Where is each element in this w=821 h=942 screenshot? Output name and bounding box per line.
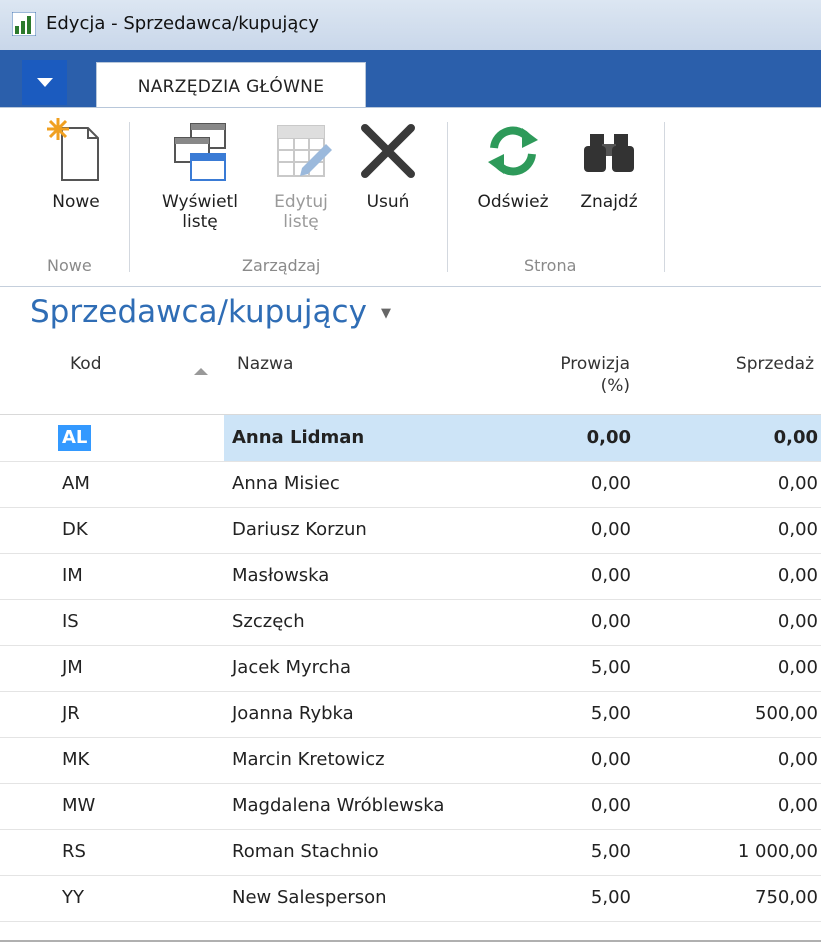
edit-list-label-1: Edytuj [274, 192, 328, 212]
cell-sales[interactable]: 0,00 [778, 519, 818, 540]
table-row[interactable]: JR Joanna Rybka 5,00 500,00 [0, 691, 821, 738]
edit-list-icon [277, 125, 332, 177]
new-button-label: Nowe [52, 192, 100, 212]
cell-code[interactable]: IM [62, 565, 83, 586]
cell-sales[interactable]: 750,00 [755, 887, 818, 908]
refresh-icon [488, 126, 538, 176]
show-list-label-2: listę [182, 212, 218, 232]
column-header-code[interactable]: Kod [70, 353, 102, 375]
cell-code[interactable]: DK [62, 519, 88, 540]
show-list-button[interactable]: Wyświetl listę [150, 118, 250, 232]
cell-name[interactable]: New Salesperson [232, 887, 387, 908]
delete-button-label: Usuń [366, 192, 410, 212]
cell-code[interactable]: AM [62, 473, 90, 494]
cell-name[interactable]: Masłowska [232, 565, 329, 586]
cell-commission[interactable]: 5,00 [591, 887, 631, 908]
cell-name[interactable]: Roman Stachnio [232, 841, 379, 862]
cell-sales[interactable]: 1 000,00 [738, 841, 818, 862]
table-row[interactable]: AL Anna Lidman 0,00 0,00 [0, 415, 821, 462]
cell-commission[interactable]: 0,00 [587, 427, 631, 448]
sort-ascending-icon [194, 368, 208, 375]
group-separator [447, 122, 448, 272]
cell-commission[interactable]: 0,00 [591, 473, 631, 494]
cell-code[interactable]: JM [62, 657, 83, 678]
cell-name[interactable]: Anna Lidman [232, 427, 364, 448]
cell-sales[interactable]: 0,00 [774, 427, 818, 448]
window-title: Edycja - Sprzedawca/kupujący [46, 13, 319, 34]
cell-commission[interactable]: 0,00 [591, 611, 631, 632]
refresh-button[interactable]: Odśwież [466, 118, 560, 212]
cell-commission[interactable]: 5,00 [591, 657, 631, 678]
delete-x-icon [361, 124, 415, 178]
cell-code[interactable]: RS [62, 841, 86, 862]
cell-code[interactable]: JR [62, 703, 80, 724]
find-button[interactable]: Znajdź [568, 118, 650, 212]
column-header-commission-line-1: Prowizja [560, 354, 630, 374]
cell-commission[interactable]: 0,00 [591, 749, 631, 770]
cell-commission[interactable]: 0,00 [591, 795, 631, 816]
table-row[interactable]: MW Magdalena Wróblewska 0,00 0,00 [0, 783, 821, 830]
tab-home[interactable]: NARZĘDZIA GŁÓWNE [96, 62, 366, 110]
column-header-commission[interactable]: Prowizja (%) [520, 353, 630, 397]
cell-commission[interactable]: 0,00 [591, 565, 631, 586]
cell-code[interactable]: MW [62, 795, 95, 816]
find-button-label: Znajdź [580, 192, 638, 212]
table-row[interactable]: DK Dariusz Korzun 0,00 0,00 [0, 507, 821, 554]
column-header-commission-line-2: (%) [600, 376, 630, 396]
binoculars-icon [584, 134, 634, 172]
cell-code[interactable]: MK [62, 749, 89, 770]
new-document-icon [47, 118, 99, 181]
cell-name[interactable]: Anna Misiec [232, 473, 340, 494]
cell-sales[interactable]: 0,00 [778, 749, 818, 770]
cell-name[interactable]: Marcin Kretowicz [232, 749, 385, 770]
show-list-label-1: Wyświetl [162, 192, 238, 212]
cell-code[interactable]: YY [62, 887, 84, 908]
cell-name[interactable]: Joanna Rybka [232, 703, 354, 724]
table-row[interactable]: MK Marcin Kretowicz 0,00 0,00 [0, 737, 821, 784]
edit-list-label-2: listę [283, 212, 319, 232]
column-header-name[interactable]: Nazwa [237, 353, 293, 375]
cell-name[interactable]: Szczęch [232, 611, 305, 632]
title-bar: Edycja - Sprzedawca/kupujący [0, 0, 821, 51]
cell-sales[interactable]: 0,00 [778, 473, 818, 494]
page-title[interactable]: Sprzedawca/kupujący [30, 294, 367, 330]
application-menu-button[interactable] [22, 60, 67, 105]
table-row[interactable]: IS Szczęch 0,00 0,00 [0, 599, 821, 646]
table-row[interactable]: AM Anna Misiec 0,00 0,00 [0, 461, 821, 508]
cell-sales[interactable]: 0,00 [778, 611, 818, 632]
refresh-button-label: Odśwież [477, 192, 549, 212]
group-separator [664, 122, 665, 272]
column-header-sales[interactable]: Sprzedaż [700, 353, 814, 375]
delete-button[interactable]: Usuń [352, 118, 424, 212]
cell-name[interactable]: Magdalena Wróblewska [232, 795, 444, 816]
cell-code[interactable]: IS [62, 611, 79, 632]
edit-list-button[interactable]: Edytuj listę [262, 118, 340, 232]
cell-name[interactable]: Dariusz Korzun [232, 519, 367, 540]
new-button[interactable]: Nowe [40, 118, 112, 212]
cell-sales[interactable]: 0,00 [778, 565, 818, 586]
cell-sales[interactable]: 0,00 [778, 795, 818, 816]
group-label-page: Strona [524, 256, 577, 275]
table-row[interactable]: RS Roman Stachnio 5,00 1 000,00 [0, 829, 821, 876]
group-label-manage: Zarządzaj [242, 256, 321, 275]
cell-commission[interactable]: 5,00 [591, 703, 631, 724]
cell-sales[interactable]: 0,00 [778, 657, 818, 678]
table-row[interactable]: YY New Salesperson 5,00 750,00 [0, 875, 821, 922]
cell-code[interactable]: AL [62, 427, 87, 448]
show-list-icon [174, 123, 226, 181]
dropdown-arrow-icon [36, 77, 53, 87]
group-separator [129, 122, 130, 272]
cell-commission[interactable]: 5,00 [591, 841, 631, 862]
table-row[interactable]: JM Jacek Myrcha 5,00 0,00 [0, 645, 821, 692]
group-label-new: Nowe [47, 256, 92, 275]
cell-name[interactable]: Jacek Myrcha [232, 657, 351, 678]
table-row[interactable]: IM Masłowska 0,00 0,00 [0, 553, 821, 600]
chevron-down-icon[interactable]: ▼ [381, 306, 391, 321]
app-chart-icon [12, 12, 36, 36]
cell-sales[interactable]: 500,00 [755, 703, 818, 724]
cell-commission[interactable]: 0,00 [591, 519, 631, 540]
